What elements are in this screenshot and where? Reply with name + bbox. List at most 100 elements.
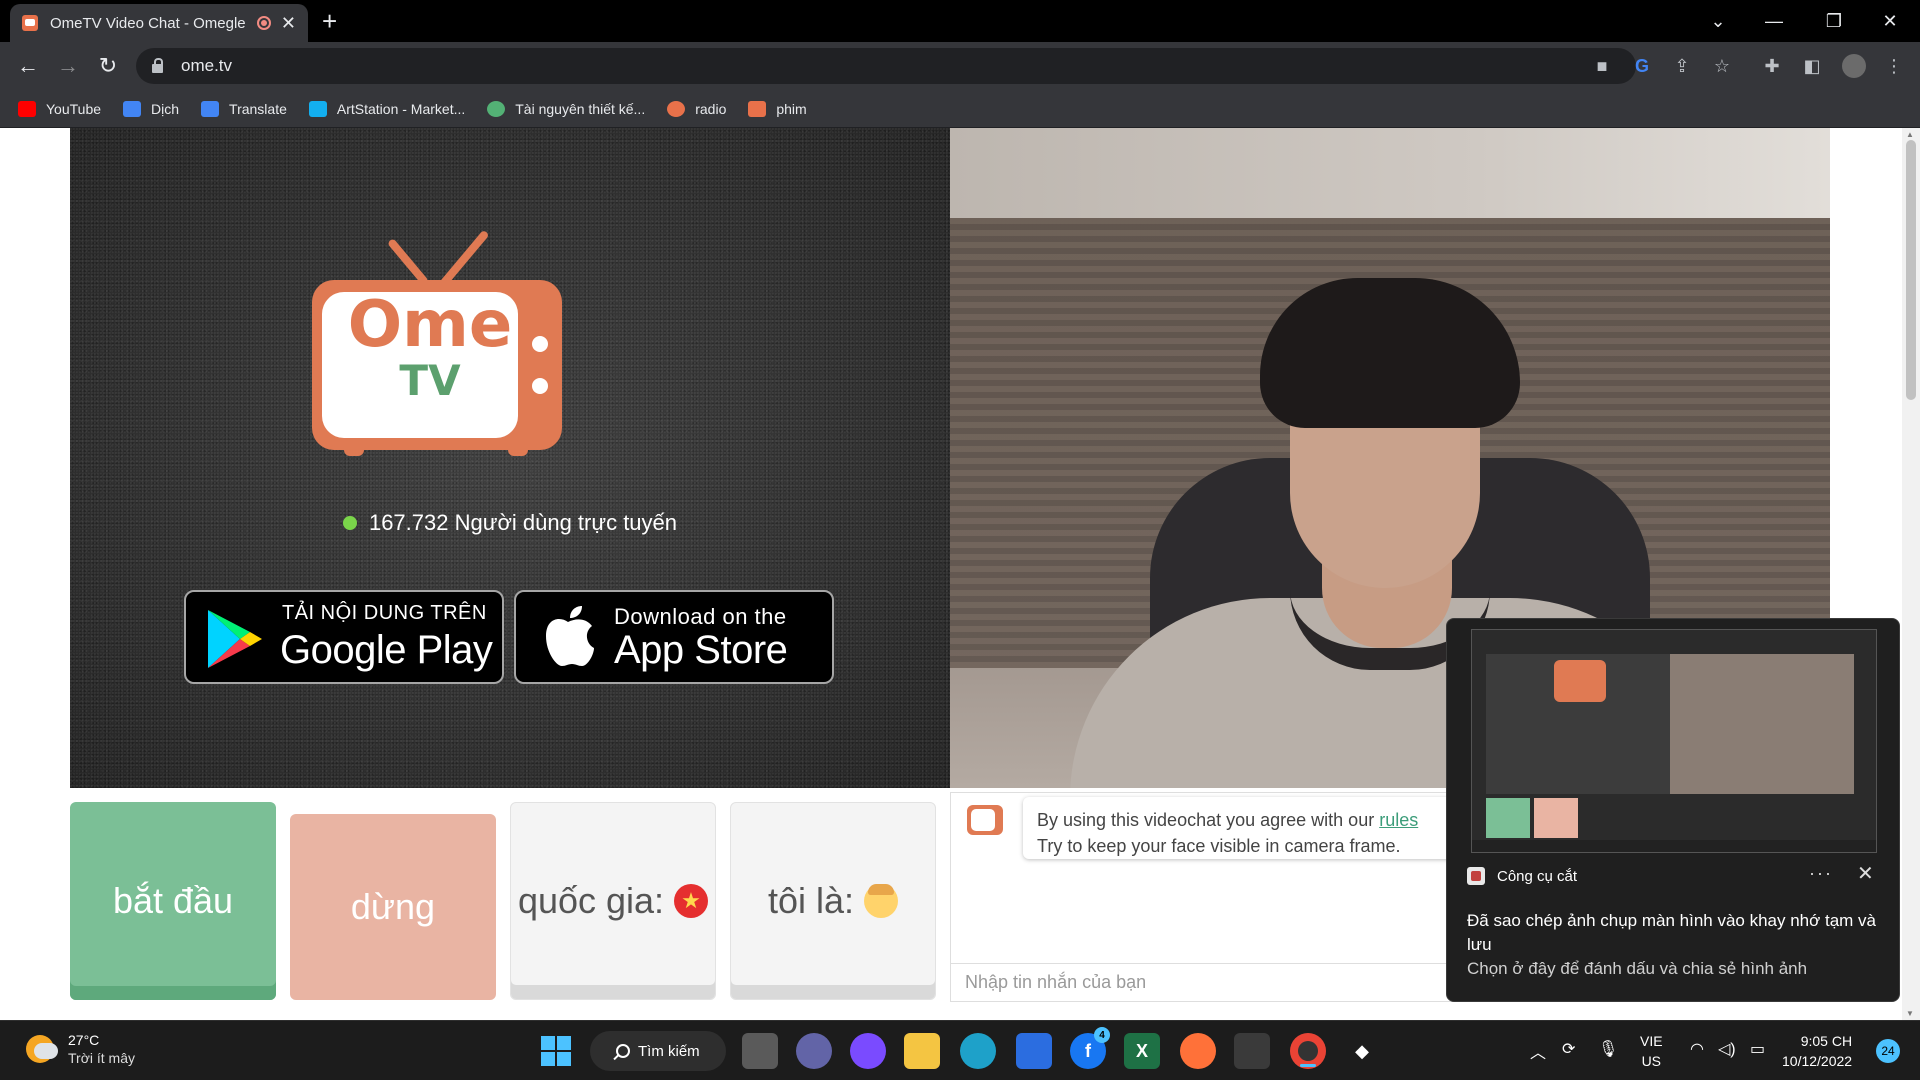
menu-icon[interactable]: ⋮ [1882, 54, 1906, 78]
minimize-button[interactable]: — [1746, 0, 1802, 42]
language-indicator[interactable]: VIE US [1640, 1031, 1663, 1071]
volume-icon[interactable]: ◁) [1718, 1039, 1736, 1059]
store-icon[interactable] [1234, 1033, 1270, 1069]
gender-selector[interactable]: tôi là: [730, 802, 936, 1000]
extensions-icon[interactable]: ✚ [1760, 54, 1784, 78]
excel-icon[interactable]: X [1124, 1033, 1160, 1069]
scroll-thumb[interactable] [1906, 140, 1916, 400]
notification-app: Công cụ cắt [1467, 867, 1577, 885]
bookmark-youtube[interactable]: YouTube [18, 100, 102, 117]
logo-text-tv: TV [399, 356, 461, 405]
temperature: 27°C [68, 1032, 100, 1048]
share-icon[interactable]: ⇪ [1670, 54, 1694, 78]
taskbar: 27°C Trời ít mây Tìm kiếm f4 X ◆ ︿ ⟳ 🎙 V… [0, 1020, 1920, 1080]
clock[interactable]: 9:05 CH 10/12/2022 [1782, 1031, 1852, 1071]
notification-hint: Chọn ở đây để đánh dấu và chia sẻ hình ả… [1467, 959, 1808, 978]
resource-icon [487, 100, 506, 117]
bookmark-artstation[interactable]: ArtStation - Market... [308, 100, 466, 117]
taskbar-search[interactable]: Tìm kiếm [590, 1031, 726, 1071]
microphone-icon[interactable]: 🎙 [1598, 1039, 1618, 1059]
notification-badge[interactable]: 24 [1876, 1039, 1900, 1063]
page-scrollbar[interactable]: ▲ ▼ [1902, 128, 1920, 1020]
scroll-up-icon[interactable]: ▲ [1906, 130, 1914, 139]
tab-ometv[interactable]: OmeTV Video Chat - Omegle ✕ [10, 4, 308, 42]
snip-notification[interactable]: Công cụ cắt ··· ✕ Đã sao chép ảnh chụp m… [1446, 618, 1900, 1002]
notification-app-name: Công cụ cắt [1497, 867, 1578, 885]
translate-icon [123, 100, 142, 117]
bookmark-tai-nguyen[interactable]: Tài nguyên thiết kế... [487, 100, 645, 117]
stop-button[interactable]: dừng [290, 814, 496, 1000]
tv-foot-left [344, 446, 364, 456]
wifi-icon[interactable]: ◠ [1690, 1039, 1704, 1059]
gender-label: tôi là: [767, 880, 855, 921]
profile-avatar[interactable] [1842, 54, 1866, 78]
search-icon [616, 1044, 630, 1058]
start-menu-icon[interactable] [538, 1033, 574, 1069]
task-view-icon[interactable] [742, 1033, 778, 1069]
rules-link[interactable]: rules [1379, 810, 1418, 830]
thumb-right-panel [1670, 654, 1854, 794]
close-window-button[interactable]: ✕ [1862, 0, 1918, 42]
active-indicator [1300, 1064, 1316, 1067]
message-text-line2: Try to keep your face visible in camera … [1037, 836, 1401, 856]
bookmark-label: Translate [229, 100, 287, 117]
facebook-icon[interactable]: f4 [1070, 1027, 1110, 1069]
app-icon[interactable] [1016, 1033, 1052, 1069]
firefox-icon[interactable] [1180, 1033, 1216, 1069]
online-count-text: 167.732 Người dùng trực tuyến [368, 510, 678, 535]
start-button[interactable]: bắt đầu [70, 802, 276, 1000]
new-tab-button[interactable]: + [322, 6, 337, 37]
tray-chevron-icon[interactable]: ︿ [1530, 1039, 1546, 1063]
more-options-icon[interactable]: ··· [1809, 863, 1833, 884]
teams-chat-icon[interactable] [796, 1033, 832, 1069]
side-panel-icon[interactable]: ◧ [1800, 54, 1824, 78]
back-button[interactable]: ← [12, 50, 44, 82]
message-text: By using this videochat you agree with o… [1037, 810, 1380, 830]
apple-icon [546, 606, 594, 666]
vietnam-flag-icon: ★ [674, 884, 709, 918]
bookmark-label: YouTube [46, 100, 102, 117]
notification-close-icon[interactable]: ✕ [1857, 861, 1874, 886]
app-store-button[interactable]: Download on the App Store [514, 590, 834, 684]
bookmark-star-icon[interactable]: ☆ [1710, 54, 1734, 78]
windows-logo-icon [541, 1036, 571, 1066]
messenger-icon[interactable] [850, 1033, 886, 1069]
google-play-icon [208, 610, 262, 668]
maximize-button[interactable]: ❐ [1806, 0, 1862, 42]
bookmark-label: ArtStation - Market... [336, 100, 466, 117]
google-play-button[interactable]: TẢI NỘI DUNG TRÊN Google Play [184, 590, 504, 684]
tab-close-icon[interactable]: ✕ [281, 13, 296, 34]
bookmark-translate[interactable]: Translate [201, 100, 287, 117]
scroll-down-icon[interactable]: ▼ [1906, 1009, 1914, 1018]
sync-icon[interactable]: ⟳ [1562, 1039, 1575, 1059]
country-selector[interactable]: quốc gia: ★ [510, 802, 716, 1000]
edge-icon[interactable] [960, 1033, 996, 1069]
notification-message: Đã sao chép ảnh chụp màn hình vào khay n… [1467, 911, 1877, 954]
google-play-big-text: Google Play [280, 628, 493, 672]
address-bar[interactable]: ome.tv [136, 48, 1636, 84]
cat-app-icon[interactable]: ◆ [1344, 1033, 1380, 1069]
thumb-logo [1554, 660, 1606, 702]
google-icon[interactable]: G [1630, 54, 1654, 78]
reload-button[interactable]: ↻ [92, 50, 124, 82]
bookmark-label: phim [776, 100, 807, 117]
bookmark-phim[interactable]: phim [748, 100, 807, 117]
forward-button[interactable]: → [52, 50, 84, 82]
bookmark-radio[interactable]: radio [667, 100, 726, 117]
file-explorer-icon[interactable] [904, 1033, 940, 1069]
online-dot-icon [342, 516, 357, 530]
ometv-favicon-icon [22, 15, 38, 31]
weather-widget[interactable]: 27°C Trời ít mây [26, 1031, 135, 1067]
weather-icon [26, 1035, 58, 1063]
tab-search-icon[interactable]: ⌄ [1690, 0, 1746, 42]
translate-icon [201, 100, 220, 117]
youtube-icon [18, 100, 36, 117]
bookmark-dich[interactable]: Dịch [123, 100, 179, 117]
thumb-taskbar [1472, 840, 1876, 852]
screenshot-thumbnail[interactable] [1471, 629, 1877, 853]
chrome-icon[interactable] [1290, 1033, 1326, 1069]
app-store-big-text: App Store [614, 628, 788, 672]
camera-icon[interactable]: ■ [1590, 54, 1614, 78]
stop-label: dừng [350, 886, 436, 927]
battery-icon[interactable]: ▭ [1750, 1039, 1765, 1059]
